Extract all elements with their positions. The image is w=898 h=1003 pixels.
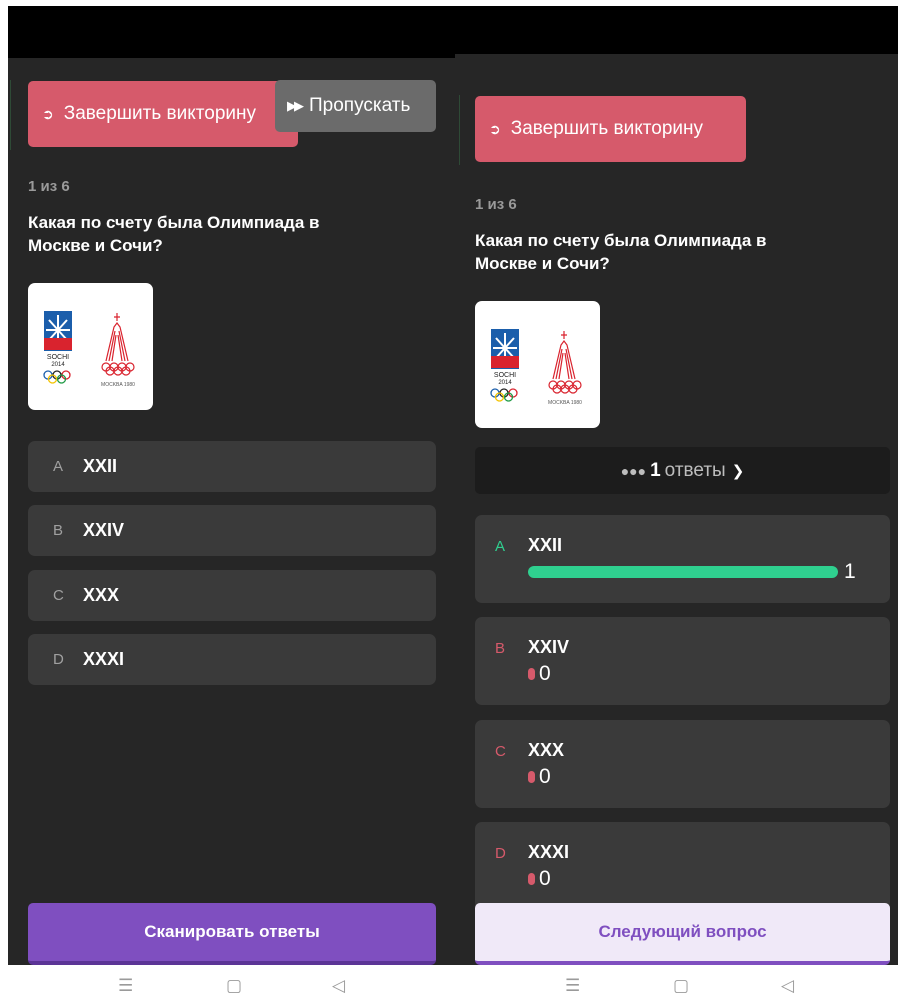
option-letter: B <box>53 522 64 539</box>
scan-answers-button[interactable]: Сканировать ответы <box>28 903 436 965</box>
quiz-screen-right: ➲ Завершить викторину 1 из 6 Какая по сч… <box>455 0 898 965</box>
quiz-screen-left: ➲ Завершить викторину ▶▶ Пропускать 1 из… <box>8 0 456 965</box>
option-text: XXII <box>528 535 563 555</box>
sign-out-icon: ➲ <box>42 105 54 122</box>
sochi-year-text: 2014 <box>51 362 65 368</box>
back-icon[interactable]: ◁ <box>781 976 794 996</box>
option-text: XXXI <box>83 649 125 669</box>
result-count: 0 <box>539 765 551 788</box>
question-counter: 1 из 6 <box>28 178 70 195</box>
result-count: 1 <box>844 560 856 583</box>
exit-quiz-label: Завершить викторину <box>510 118 703 139</box>
chevron-down-icon: ❯ <box>731 462 745 480</box>
status-bar <box>455 6 898 54</box>
system-nav-bar-right: ☰ ▢ ◁ <box>449 966 898 1003</box>
result-bar <box>528 873 535 885</box>
back-icon[interactable]: ◁ <box>332 976 345 996</box>
option-letter: B <box>495 640 506 657</box>
menu-icon[interactable]: ☰ <box>565 976 580 996</box>
answer-result-a: A XXII 1 <box>475 515 890 603</box>
answers-label: ответы <box>664 459 726 481</box>
result-bar <box>528 771 535 783</box>
menu-icon[interactable]: ☰ <box>118 976 133 996</box>
sign-out-icon: ➲ <box>489 120 501 137</box>
olympic-logos-image: SOCHI 2014 MOCKBA 1980 <box>490 329 582 406</box>
answer-result-d: D XXXI 0 <box>475 822 890 910</box>
exit-quiz-button[interactable]: ➲ Завершить викторину <box>475 96 746 162</box>
exit-quiz-button[interactable]: ➲ Завершить викторину <box>28 81 298 147</box>
option-letter: D <box>495 845 506 862</box>
answers-count: 1 <box>650 459 661 481</box>
skip-button[interactable]: ▶▶ Пропускать <box>275 80 436 132</box>
question-text: Какая по счету была Олимпиада в Москве и… <box>475 231 767 273</box>
answers-count-toggle[interactable]: ●●● 1 ответы ❯ <box>475 447 890 494</box>
result-count: 0 <box>539 662 551 685</box>
question-text: Какая по счету была Олимпиада в Москве и… <box>28 213 320 255</box>
answer-result-b: B XXIV 0 <box>475 617 890 705</box>
option-text: XXX <box>83 585 120 605</box>
divider <box>459 95 460 165</box>
option-letter: C <box>53 587 64 604</box>
option-letter: A <box>495 538 506 555</box>
answer-option-b[interactable]: B XXIV <box>28 505 436 556</box>
users-icon: ●●● <box>620 462 647 479</box>
answer-result-c: C XXX 0 <box>475 720 890 808</box>
sochi-text: SOCHI <box>494 372 516 379</box>
option-text: XXX <box>528 740 565 760</box>
home-icon[interactable]: ▢ <box>673 976 689 996</box>
system-nav-bar-left: ☰ ▢ ◁ <box>0 966 449 1003</box>
skip-label: Пропускать <box>309 95 411 116</box>
fast-forward-icon: ▶▶ <box>287 98 304 113</box>
option-text: XXII <box>83 456 118 476</box>
question-counter: 1 из 6 <box>475 196 517 213</box>
next-question-button[interactable]: Следующий вопрос <box>475 903 890 965</box>
status-bar <box>8 6 456 58</box>
moscow-text: MOCKBA 1980 <box>548 400 582 406</box>
option-text: XXIV <box>83 520 125 540</box>
answer-option-d[interactable]: D XXXI <box>28 634 436 685</box>
answer-option-a[interactable]: A XXII <box>28 441 436 492</box>
result-count: 0 <box>539 867 551 890</box>
result-bar <box>528 566 838 578</box>
option-letter: A <box>53 458 64 475</box>
home-icon[interactable]: ▢ <box>226 976 242 996</box>
sochi-text: SOCHI <box>47 354 69 361</box>
moscow-text: MOCKBA 1980 <box>101 382 135 388</box>
sochi-year-text: 2014 <box>498 380 512 386</box>
question-image: SOCHI 2014 MOCKBA 1980 <box>475 301 600 428</box>
result-bar <box>528 668 535 680</box>
option-text: XXXI <box>528 842 570 862</box>
exit-quiz-label: Завершить викторину <box>63 103 256 124</box>
olympic-logos-image: SOCHI 2014 MOCKBA 1980 <box>43 311 135 388</box>
divider <box>10 80 11 150</box>
answer-option-c[interactable]: C XXX <box>28 570 436 621</box>
option-text: XXIV <box>528 637 570 657</box>
option-letter: D <box>53 651 64 668</box>
option-letter: C <box>495 743 506 760</box>
question-image: SOCHI 2014 MOCKBA 1980 <box>28 283 153 410</box>
